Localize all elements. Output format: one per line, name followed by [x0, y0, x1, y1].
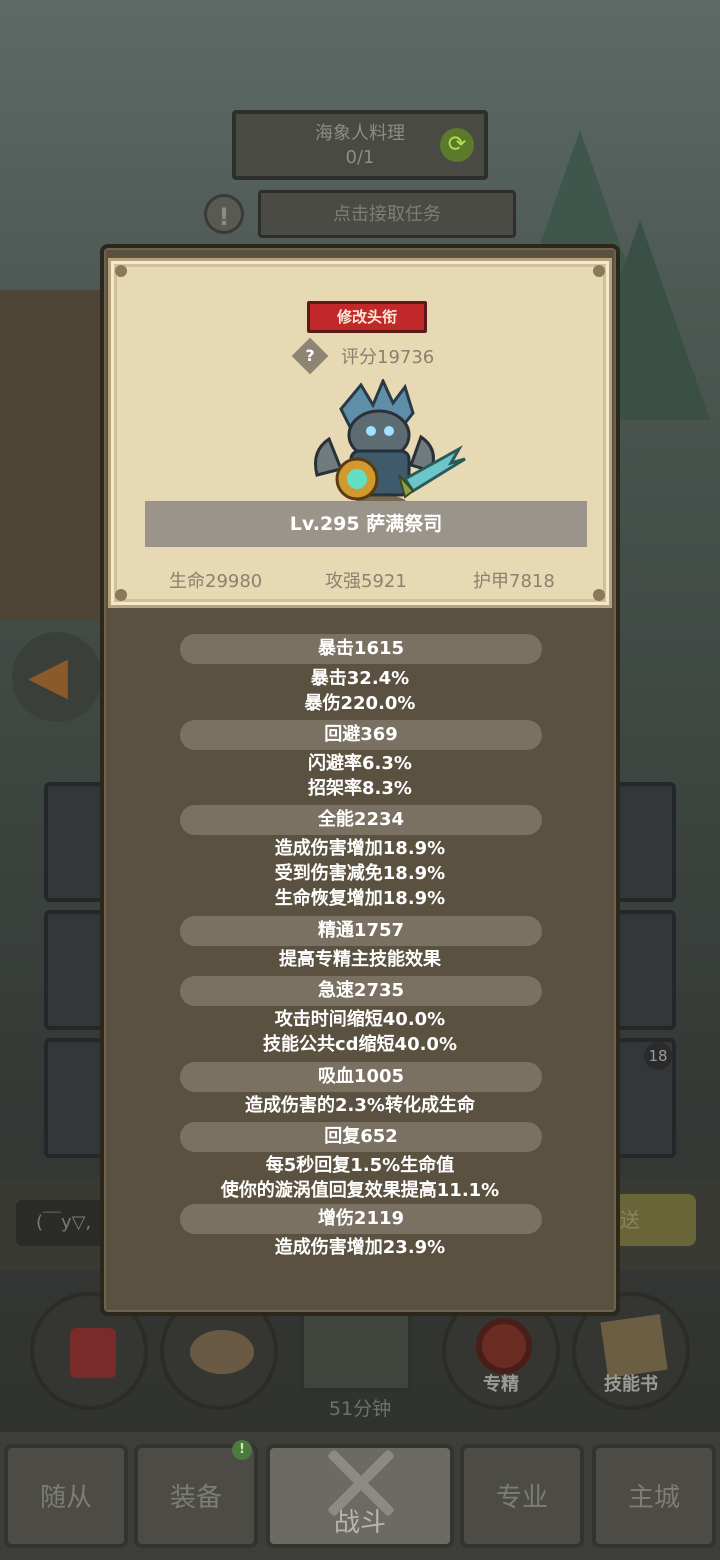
specialization-label: 专精	[483, 1374, 519, 1395]
slot-count-badge: 18	[644, 1042, 672, 1070]
corner-rivet	[115, 589, 127, 601]
attack-stat: 攻强5921	[325, 571, 407, 592]
corner-rivet	[593, 265, 605, 277]
attr-line: 暴击32.4%	[310, 668, 410, 689]
back-button[interactable]: ◀	[12, 632, 102, 722]
attr-line: 每5秒回复1.5%生命值	[265, 1155, 455, 1176]
equipment-slot[interactable]	[616, 910, 676, 1030]
equipment-slot[interactable]	[44, 1038, 104, 1158]
attr-line: 招架率8.3%	[308, 778, 412, 799]
attr-line: 暴伤220.0%	[304, 693, 416, 714]
corner-rivet	[593, 589, 605, 601]
attr-line: 攻击时间缩短40.0%	[274, 1009, 446, 1030]
accept-task-row: ! 点击接取任务	[198, 186, 522, 242]
score-value: 评分19736	[341, 347, 435, 368]
tab-profession[interactable]: 专业	[460, 1444, 584, 1548]
attr-header-damage-bonus: 增伤2119	[180, 1204, 542, 1234]
attr-header-leech: 吸血1005	[180, 1062, 542, 1092]
refresh-icon[interactable]: ⟳	[440, 128, 474, 162]
treasure-chest-icon[interactable]	[300, 1312, 412, 1392]
armor-stat: 护甲7818	[473, 571, 555, 592]
specialization-icon	[476, 1318, 532, 1374]
tab-main-city[interactable]: 主城	[592, 1444, 716, 1548]
quest-box[interactable]: 海象人料理 0/1 ⟳	[232, 110, 488, 180]
corner-rivet	[115, 265, 127, 277]
attr-header-haste: 急速2735	[180, 976, 542, 1006]
level-name-bar: Lv.295 萨满祭司	[145, 501, 587, 547]
send-button[interactable]: 送	[614, 1194, 696, 1246]
attr-line: 使你的漩涡值回复效果提高11.1%	[220, 1180, 500, 1201]
character-panel: 修改头衔 ? 评分19736 Lv.295 萨满祭司 生命29980 攻强592…	[100, 244, 620, 1316]
notification-dot: !	[232, 1440, 252, 1460]
chat-input[interactable]: (￣y▽,	[16, 1200, 106, 1246]
help-icon[interactable]: ?	[291, 337, 329, 375]
wooden-hut	[0, 290, 110, 620]
attr-line: 闪避率6.3%	[308, 753, 412, 774]
attr-header-avoidance: 回避369	[180, 720, 542, 750]
alert-icon[interactable]: !	[204, 194, 244, 234]
attr-line: 造成伤害增加18.9%	[274, 838, 446, 859]
hp-stat: 生命29980	[169, 571, 263, 592]
change-title-button[interactable]: 修改头衔	[307, 301, 427, 333]
book-icon	[600, 1314, 668, 1378]
attr-line: 受到伤害减免18.9%	[274, 863, 446, 884]
attr-header-versatility: 全能2234	[180, 805, 542, 835]
equipment-slot[interactable]	[44, 782, 104, 902]
shaman-hero-sprite	[314, 379, 466, 511]
chest-timer: 51分钟	[328, 1398, 392, 1420]
bread-icon	[190, 1330, 254, 1374]
potion-icon	[70, 1328, 116, 1378]
attr-line: 生命恢复增加18.9%	[274, 888, 446, 909]
accept-task-button[interactable]: 点击接取任务	[258, 190, 516, 238]
attr-header-crit: 暴击1615	[180, 634, 542, 664]
equipment-slot[interactable]	[44, 910, 104, 1030]
attr-line: 造成伤害增加23.9%	[274, 1237, 446, 1258]
attr-line: 技能公共cd缩短40.0%	[262, 1034, 457, 1055]
attr-header-mastery: 精通1757	[180, 916, 542, 946]
attr-line: 造成伤害的2.3%转化成生命	[245, 1095, 475, 1116]
arrow-left-icon: ◀	[28, 646, 68, 706]
tab-followers[interactable]: 随从	[4, 1444, 128, 1548]
attr-line: 提高专精主技能效果	[279, 949, 441, 970]
attr-header-regen: 回复652	[180, 1122, 542, 1152]
crossed-swords-icon	[318, 1440, 402, 1524]
character-card: 修改头衔 ? 评分19736 Lv.295 萨满祭司 生命29980 攻强592…	[108, 258, 612, 608]
skill-book-label: 技能书	[604, 1374, 658, 1395]
equipment-slot[interactable]	[616, 782, 676, 902]
